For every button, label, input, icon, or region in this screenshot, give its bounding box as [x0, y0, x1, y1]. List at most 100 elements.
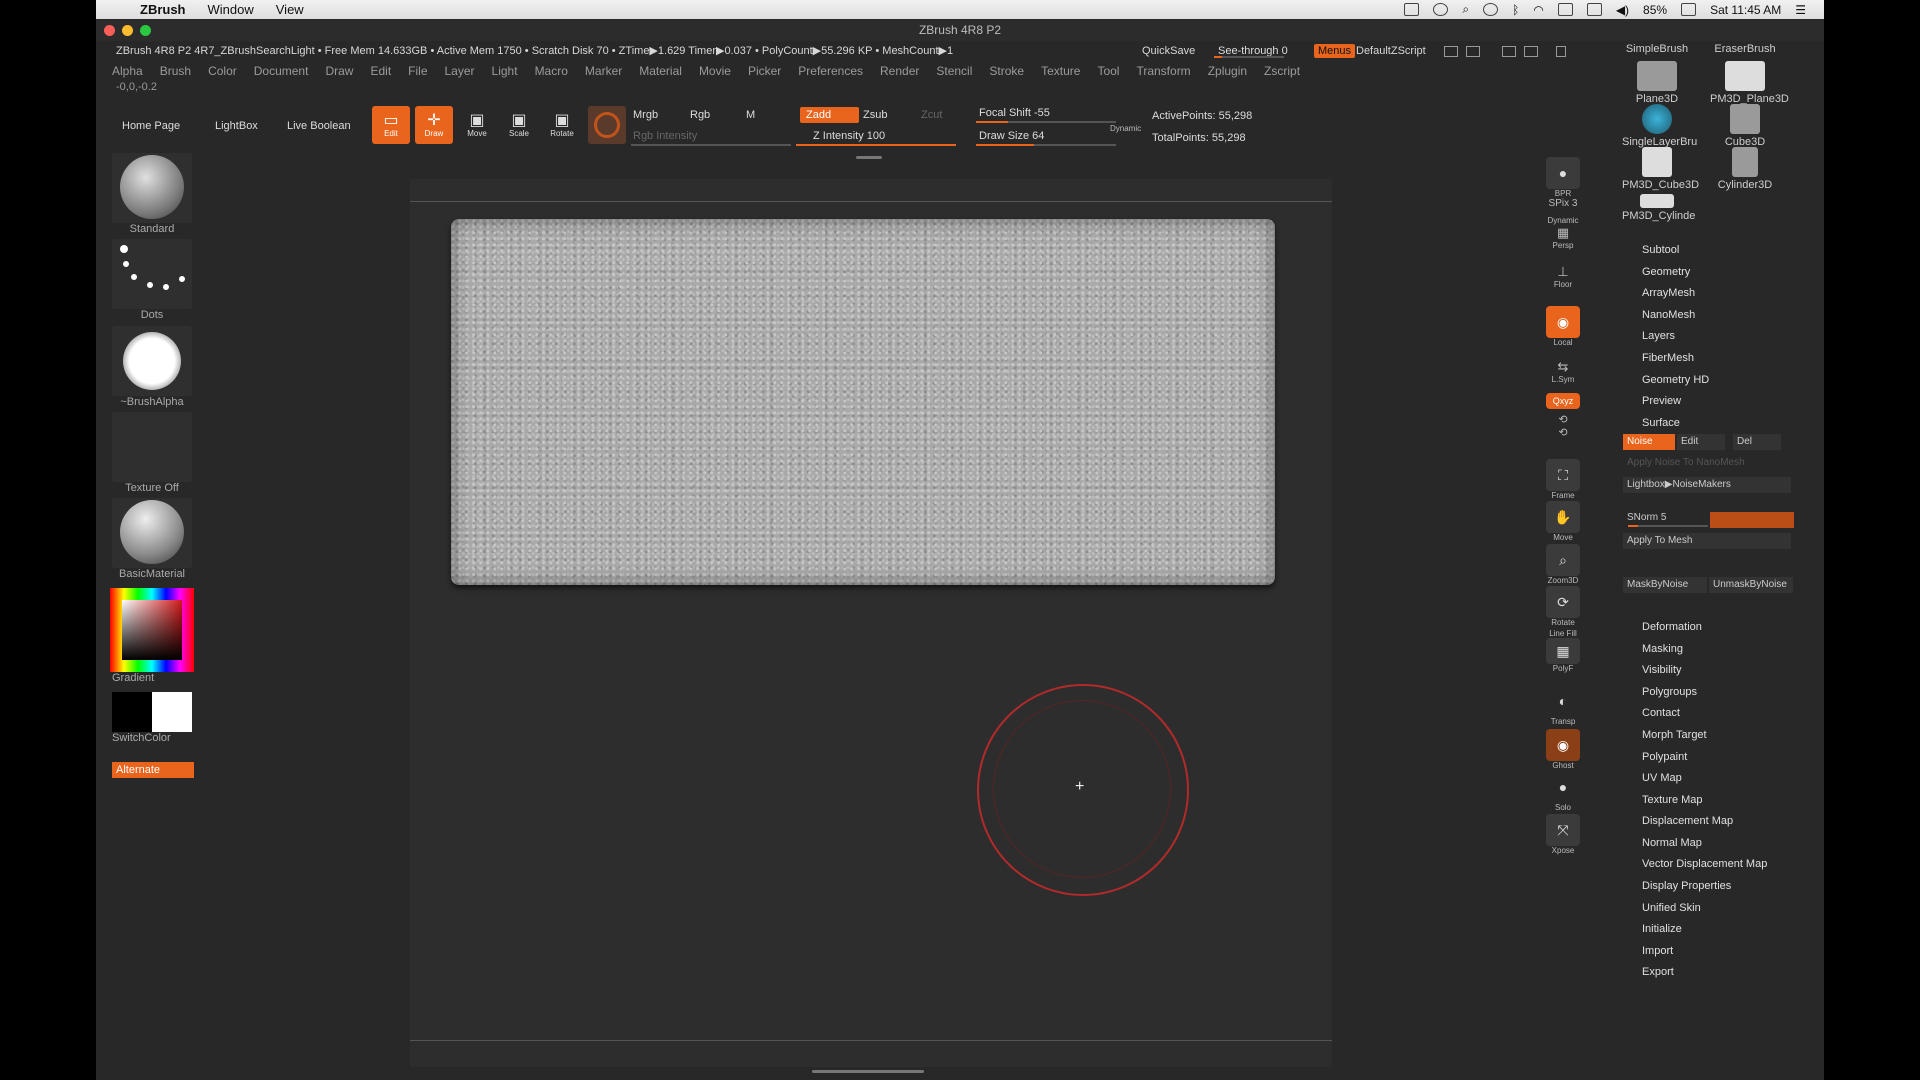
menu-color[interactable]: Color: [208, 61, 237, 81]
tool-plane3d[interactable]: Plane3D: [1622, 61, 1692, 105]
siri-icon[interactable]: [1483, 3, 1499, 16]
menu-material[interactable]: Material: [639, 61, 682, 81]
menu-masking[interactable]: Masking: [1642, 643, 1683, 655]
menu-transform[interactable]: Transform: [1136, 61, 1190, 81]
menu-edit[interactable]: Edit: [370, 61, 391, 81]
z-intensity-label[interactable]: Z Intensity 100: [813, 130, 885, 142]
material-selector[interactable]: BasicMaterial: [112, 498, 192, 580]
menu-light[interactable]: Light: [492, 61, 518, 81]
layout-icon[interactable]: [1502, 46, 1516, 57]
persp-button[interactable]: Dynamic ▦ Persp: [1543, 216, 1583, 250]
minimize-window-button[interactable]: [122, 25, 133, 36]
menu-texture[interactable]: Texture: [1041, 61, 1080, 81]
tool-eraserbrush[interactable]: EraserBrush: [1710, 43, 1780, 55]
volume-icon[interactable]: ◀): [1616, 3, 1629, 17]
main-color-swatch[interactable]: [112, 692, 152, 732]
tool-pm3d-cylinder[interactable]: PM3D_Cylinde: [1622, 194, 1695, 222]
menu-surface[interactable]: Surface: [1642, 417, 1680, 429]
lsym-button[interactable]: ⇆ L.Sym: [1543, 359, 1583, 384]
see-through-slider[interactable]: [1214, 56, 1284, 58]
tray-right-icon[interactable]: [1466, 46, 1480, 57]
lightbox-button[interactable]: LightBox: [215, 120, 258, 132]
z-intensity-slider[interactable]: [796, 144, 956, 146]
notification-center-icon[interactable]: ☰: [1795, 3, 1806, 17]
snorm-slider-track[interactable]: [1628, 525, 1708, 527]
menu-displacement-map[interactable]: Displacement Map: [1642, 815, 1733, 827]
menu-export[interactable]: Export: [1642, 966, 1674, 978]
apply-to-mesh-button[interactable]: Apply To Mesh: [1623, 533, 1791, 549]
menu-polypaint[interactable]: Polypaint: [1642, 751, 1687, 763]
menu-vector-displacement-map[interactable]: Vector Displacement Map: [1642, 858, 1767, 870]
menu-fibermesh[interactable]: FiberMesh: [1642, 352, 1694, 364]
battery-icon[interactable]: [1681, 3, 1697, 16]
menu-display-properties[interactable]: Display Properties: [1642, 880, 1731, 892]
menu-initialize[interactable]: Initialize: [1642, 923, 1682, 935]
bottom-shelf-handle[interactable]: [812, 1070, 924, 1073]
snorm-color-swatch[interactable]: [1710, 512, 1794, 528]
solo-button[interactable]: ● Solo: [1543, 771, 1583, 812]
xpose-button[interactable]: ⤧ Xpose: [1543, 814, 1583, 855]
floor-button[interactable]: ⊥ Floor: [1543, 264, 1583, 289]
menu-stroke[interactable]: Stroke: [989, 61, 1024, 81]
color-picker[interactable]: Gradient: [110, 588, 194, 684]
default-zscript-button[interactable]: DefaultZScript: [1356, 41, 1426, 61]
draw-mode-button[interactable]: ✛ Draw: [415, 106, 453, 144]
zcut-toggle[interactable]: Zcut: [921, 109, 942, 121]
menu-normal-map[interactable]: Normal Map: [1642, 837, 1702, 849]
rgb-intensity-label[interactable]: Rgb Intensity: [633, 130, 697, 142]
menu-file[interactable]: File: [408, 61, 427, 81]
menu-stencil[interactable]: Stencil: [936, 61, 972, 81]
menu-layer[interactable]: Layer: [445, 61, 475, 81]
airplay-icon[interactable]: [1586, 3, 1602, 16]
zsub-toggle[interactable]: Zsub: [863, 109, 887, 121]
quicksave-button[interactable]: QuickSave: [1142, 41, 1195, 61]
see-through-slider-label[interactable]: See-through 0: [1218, 41, 1288, 61]
menu-morph-target[interactable]: Morph Target: [1642, 729, 1707, 741]
menu-tool[interactable]: Tool: [1097, 61, 1119, 81]
apply-noise-nanomesh-button[interactable]: Apply Noise To NanoMesh: [1623, 455, 1785, 471]
color-ring[interactable]: [110, 588, 194, 672]
secondary-color-swatch[interactable]: [152, 692, 192, 732]
menu-contact[interactable]: Contact: [1642, 707, 1680, 719]
menu-preferences[interactable]: Preferences: [798, 61, 863, 81]
menu-nanomesh[interactable]: NanoMesh: [1642, 309, 1695, 321]
menu-texture-map[interactable]: Texture Map: [1642, 794, 1703, 806]
menu-view[interactable]: View: [276, 2, 304, 17]
unmask-by-noise-button[interactable]: UnmaskByNoise: [1709, 577, 1793, 593]
tool-simplebrush[interactable]: SimpleBrush: [1622, 43, 1692, 55]
menu-layers[interactable]: Layers: [1642, 330, 1675, 342]
rgb-intensity-slider[interactable]: [631, 144, 791, 146]
menu-zscript[interactable]: Zscript: [1264, 61, 1300, 81]
noise-del-button[interactable]: Del: [1733, 434, 1781, 450]
draw-size-label[interactable]: Draw Size 64: [979, 130, 1044, 142]
clock[interactable]: Sat 11:45 AM: [1710, 3, 1781, 17]
menu-visibility[interactable]: Visibility: [1642, 664, 1682, 676]
color-square[interactable]: [122, 600, 182, 660]
noise-button[interactable]: Noise: [1623, 434, 1675, 450]
move-view-button[interactable]: ✋ Move: [1543, 501, 1583, 542]
zoom-window-button[interactable]: [140, 25, 151, 36]
mask-by-noise-button[interactable]: MaskByNoise: [1623, 577, 1707, 593]
frame-button[interactable]: ⛶ Frame: [1543, 459, 1583, 500]
tool-singlelayerbrush[interactable]: SingleLayerBru: [1622, 104, 1697, 148]
dynamic-toggle[interactable]: Dynamic: [1110, 124, 1141, 133]
bpr-button[interactable]: ● BPR: [1543, 157, 1583, 198]
top-shelf-handle[interactable]: [856, 156, 882, 159]
move-mode-button[interactable]: ▣ Move: [458, 106, 496, 144]
switch-color[interactable]: SwitchColor: [112, 692, 192, 744]
local-button[interactable]: ◉ Local: [1543, 306, 1583, 347]
menu-polygroups[interactable]: Polygroups: [1642, 686, 1697, 698]
draw-size-slider[interactable]: [976, 144, 1116, 146]
snorm-slider[interactable]: SNorm 5: [1623, 510, 1707, 526]
transp-button[interactable]: ◐ Transp: [1543, 685, 1583, 726]
ghost-button[interactable]: ◉ Ghost: [1543, 729, 1583, 770]
alpha-selector[interactable]: ~BrushAlpha: [112, 326, 192, 408]
zadd-toggle[interactable]: Zadd: [800, 107, 860, 123]
tool-cube3d[interactable]: Cube3D: [1710, 104, 1780, 148]
menu-draw[interactable]: Draw: [325, 61, 353, 81]
menu-arraymesh[interactable]: ArrayMesh: [1642, 287, 1695, 299]
battery-percent[interactable]: 85%: [1643, 3, 1667, 17]
menu-brush[interactable]: Brush: [160, 61, 191, 81]
menu-deformation[interactable]: Deformation: [1642, 621, 1702, 633]
time-machine-icon[interactable]: [1433, 3, 1449, 16]
